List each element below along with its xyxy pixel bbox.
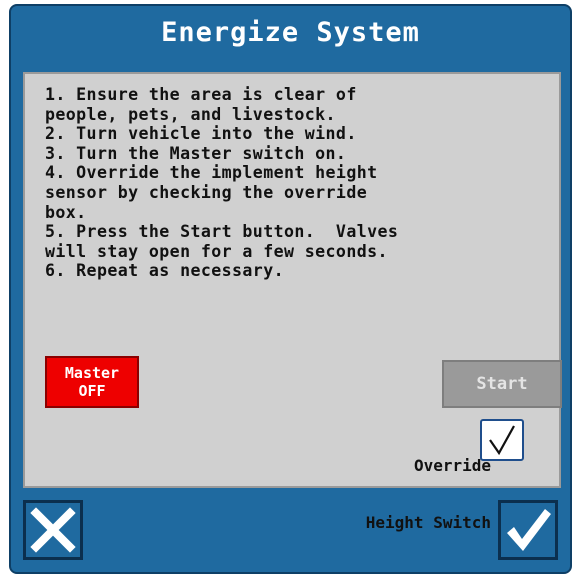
override-height-switch-checkbox[interactable] — [480, 419, 524, 461]
master-off-button[interactable]: Master OFF — [45, 356, 139, 408]
override-label-line1: Override — [413, 456, 491, 475]
instruction-line: 4. Override the implement height — [45, 163, 378, 183]
instruction-line: 3. Turn the Master switch on. — [45, 143, 347, 163]
dialog-title: Energize System — [161, 17, 420, 48]
override-height-switch-label: Override Height Switch — [366, 418, 491, 570]
instructions-list: 1. Ensure the area is clear of people, p… — [45, 85, 555, 281]
cancel-button[interactable] — [23, 500, 83, 560]
checkmark-icon — [489, 425, 515, 456]
content-panel: 1. Ensure the area is clear of people, p… — [23, 72, 562, 532]
instruction-line: 2. Turn vehicle into the wind. — [45, 124, 357, 144]
confirm-button[interactable] — [498, 500, 558, 560]
start-button[interactable]: Start — [442, 360, 562, 408]
instruction-line: will stay open for a few seconds. — [45, 241, 388, 261]
instruction-line: 1. Ensure the area is clear of — [45, 85, 357, 104]
checkmark-icon — [507, 509, 551, 551]
instruction-line: 6. Repeat as necessary. — [45, 261, 284, 281]
instruction-line: people, pets, and livestock. — [45, 104, 336, 124]
instruction-line: sensor by checking the override — [45, 182, 368, 202]
master-button-state: OFF — [78, 382, 106, 400]
energize-system-dialog: Energize System 1. Ensure the area is cl… — [9, 4, 572, 574]
master-button-label: Master — [64, 364, 120, 382]
instruction-line: box. — [45, 202, 87, 222]
override-label-line2: Height Switch — [365, 513, 491, 532]
instruction-line: 5. Press the Start button. Valves — [45, 222, 399, 242]
close-icon — [30, 507, 76, 553]
